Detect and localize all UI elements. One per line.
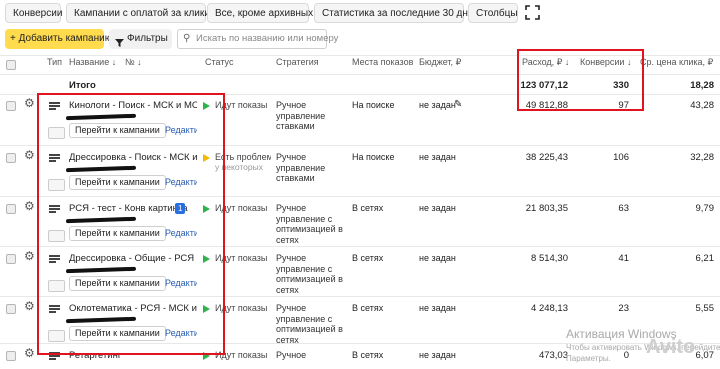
gear-icon[interactable]: ⚙ — [24, 249, 35, 263]
campaign-avg-cpc: 43,28 — [690, 100, 714, 111]
payment-filter-dropdown[interactable]: Кампании с оплатой за клики⌄ — [66, 3, 222, 23]
total-label: Итого — [69, 80, 96, 91]
campaign-spend: 473,03 — [538, 350, 568, 361]
row-checkbox[interactable] — [6, 153, 16, 163]
row-checkbox[interactable] — [6, 254, 16, 264]
campaign-strategy: Ручное управление с оптимизацией в сетях — [276, 303, 343, 345]
campaign-strategy: Ручное управление с оптимизацией в сетях — [276, 253, 343, 295]
campaign-spend: 4 248,13 — [531, 303, 568, 314]
campaign-placements: В сетях — [352, 203, 384, 213]
campaign-budget: не задан — [419, 100, 456, 110]
campaign-conversions: 23 — [618, 303, 629, 314]
total-avg-cpc: 18,28 — [690, 80, 714, 91]
campaign-conversions: 106 — [613, 152, 629, 163]
add-campaign-button[interactable]: + Добавить кампанию — [5, 29, 112, 49]
row-checkbox[interactable] — [6, 304, 16, 314]
campaign-placements: В сетях — [352, 350, 384, 360]
header-status[interactable]: Статус — [205, 57, 233, 73]
campaign-strategy: Ручное управление ставками — [276, 152, 326, 183]
header-type[interactable]: Тип — [47, 57, 62, 73]
avito-watermark: Avito — [646, 336, 696, 358]
header-budget[interactable]: Бюджет, ₽ — [419, 57, 461, 73]
tab-conversions[interactable]: Конверсии — [5, 3, 63, 23]
select-all-checkbox[interactable] — [6, 60, 16, 70]
campaign-avg-cpc: 32,28 — [690, 152, 714, 163]
columns-label: Столбцы — [476, 8, 518, 19]
campaign-spend: 21 803,35 — [525, 203, 568, 214]
campaign-conversions: 63 — [618, 203, 629, 214]
windows-activation-text-2: Параметры. — [566, 354, 611, 363]
campaign-budget: не задан — [419, 303, 456, 313]
header-number[interactable]: № ↓ — [125, 57, 142, 73]
campaign-placements: В сетях — [352, 253, 384, 263]
campaign-placements: На поиске — [352, 100, 395, 110]
campaign-strategy: Ручное управление с оптимизацией в сетях — [276, 203, 343, 245]
header-avg-cpc[interactable]: Ср. цена клика, ₽ — [640, 57, 713, 73]
status-filter-dropdown[interactable]: Все, кроме архивных⌄ — [207, 3, 325, 23]
filters-button[interactable]: Фильтры — [109, 29, 172, 49]
pencil-icon[interactable]: ✎ — [454, 99, 462, 110]
campaign-avg-cpc: 6,21 — [695, 253, 715, 264]
row-checkbox[interactable] — [6, 204, 16, 214]
search-icon: ⚲ — [183, 33, 191, 44]
campaign-spend: 38 225,43 — [525, 152, 568, 163]
campaign-budget: не задан — [419, 253, 456, 263]
row-checkbox[interactable] — [6, 101, 16, 111]
period-filter-dropdown[interactable]: Статистика за последние 30 дней⌄ — [314, 3, 491, 23]
campaign-placements: В сетях — [352, 303, 384, 313]
header-placements[interactable]: Места показов — [352, 57, 413, 73]
campaign-avg-cpc: 5,55 — [695, 303, 715, 314]
funnel-icon — [115, 35, 124, 55]
annotation-box-campaigns — [37, 93, 225, 355]
campaign-avg-cpc: 9,79 — [695, 203, 715, 214]
header-name[interactable]: Название ↓ — [69, 57, 116, 73]
annotation-box-metrics — [517, 49, 644, 111]
row-checkbox[interactable] — [6, 351, 16, 361]
gear-icon[interactable]: ⚙ — [24, 96, 35, 110]
gear-icon[interactable]: ⚙ — [24, 199, 35, 213]
campaign-strategy: Ручное управление ставками — [276, 100, 326, 131]
campaign-budget: не задан — [419, 203, 456, 213]
tab-conversions-label: Конверсии — [13, 8, 63, 19]
payment-filter-label: Кампании с оплатой за клики — [74, 8, 210, 19]
add-campaign-label: + Добавить кампанию — [10, 33, 113, 44]
header-strategy[interactable]: Стратегия — [276, 57, 319, 73]
campaign-budget: не задан — [419, 152, 456, 162]
campaign-conversions: 41 — [618, 253, 629, 264]
fullscreen-icon[interactable] — [525, 5, 540, 20]
campaign-budget: не задан — [419, 350, 456, 360]
gear-icon[interactable]: ⚙ — [24, 299, 35, 313]
gear-icon[interactable]: ⚙ — [24, 346, 35, 360]
campaign-placements: На поиске — [352, 152, 395, 162]
windows-activation-text: Чтобы активировать Windows, перейдите в … — [566, 343, 720, 352]
status-filter-label: Все, кроме архивных — [215, 8, 314, 19]
campaign-spend: 8 514,30 — [531, 253, 568, 264]
search-placeholder: Искать по названию или номеру — [196, 33, 339, 44]
gear-icon[interactable]: ⚙ — [24, 148, 35, 162]
period-filter-label: Статистика за последние 30 дней — [322, 8, 480, 19]
search-input[interactable]: ⚲ Искать по названию или номеру — [177, 29, 338, 49]
campaign-strategy: Ручное — [276, 350, 307, 360]
columns-button[interactable]: Столбцы — [468, 3, 518, 23]
filters-label: Фильтры — [127, 33, 168, 44]
